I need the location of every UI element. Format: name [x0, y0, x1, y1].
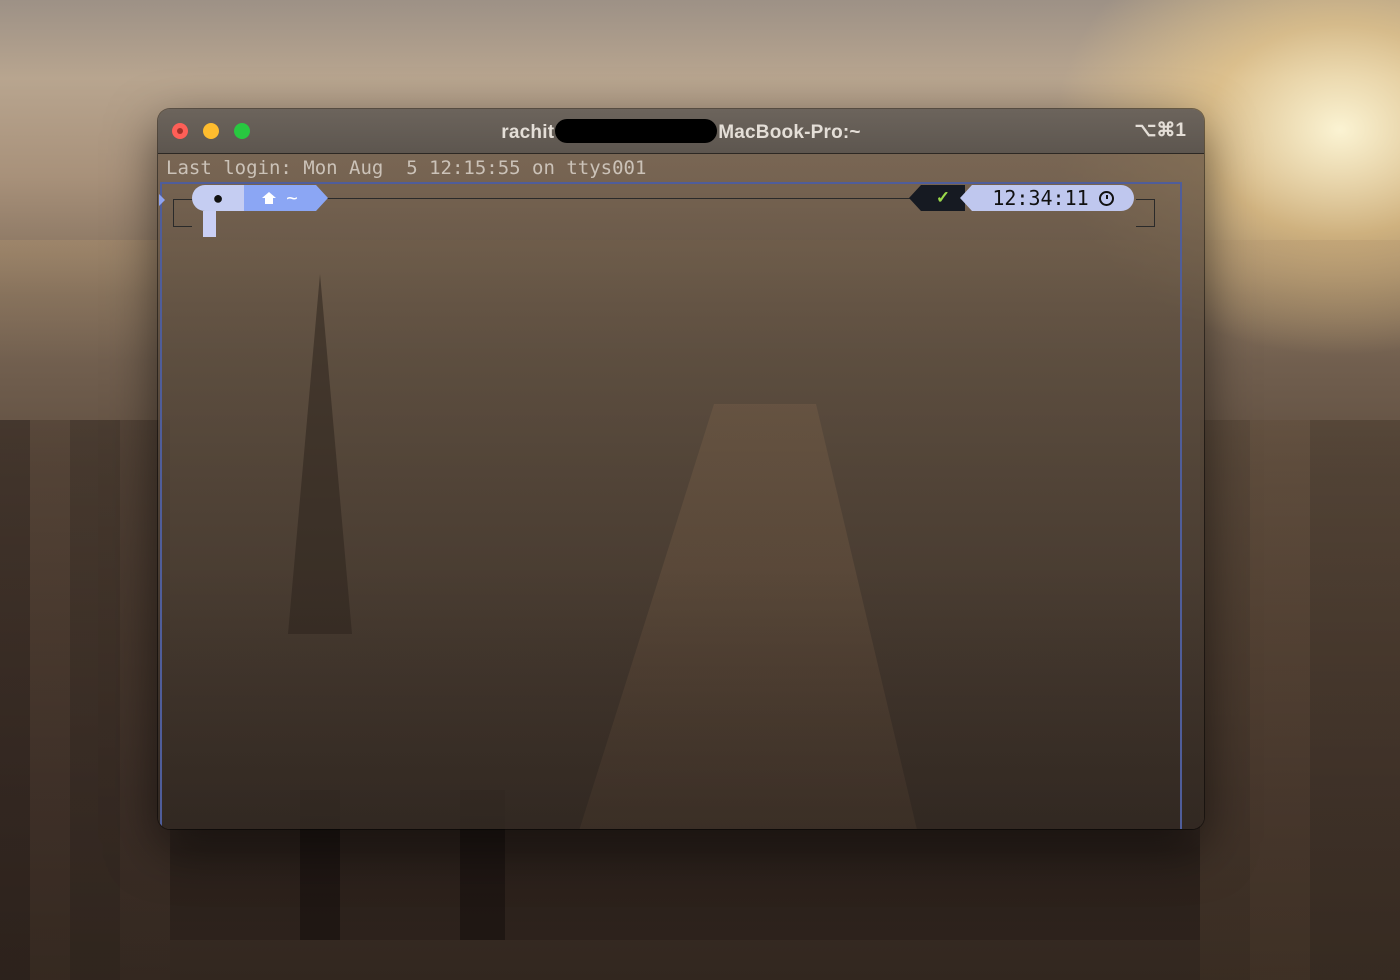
prompt-frame-right: [1136, 199, 1155, 227]
window-title-prefix: rachit: [501, 122, 555, 143]
prompt-time-segment: 12:34:11: [972, 185, 1134, 211]
window-shortcut: ⌥⌘1: [1134, 120, 1186, 141]
window-title: rachit MacBook-Pro:~: [158, 119, 1204, 144]
prompt-os-segment: ●: [192, 185, 244, 211]
wallpaper-buildings-right: [1200, 420, 1400, 980]
title-bar[interactable]: rachit MacBook-Pro:~ ⌥⌘1: [158, 109, 1204, 154]
terminal-content[interactable]: Last login: Mon Aug 5 12:15:55 on ttys00…: [158, 154, 1204, 829]
redaction-bar: [555, 119, 718, 143]
prompt-dir-segment: ~: [244, 185, 316, 211]
window-title-suffix: MacBook-Pro:~: [718, 122, 861, 143]
prompt-directory: ~: [286, 187, 298, 209]
prompt-time: 12:34:11: [992, 186, 1089, 210]
text-cursor[interactable]: [203, 211, 216, 237]
active-pane-border: [160, 182, 1182, 829]
prompt-frame-line: [326, 198, 911, 199]
wallpaper-buildings-left: [0, 420, 170, 980]
terminal-window[interactable]: rachit MacBook-Pro:~ ⌥⌘1 Last login: Mon …: [158, 109, 1204, 829]
last-login-line: Last login: Mon Aug 5 12:15:55 on ttys00…: [166, 157, 647, 179]
prompt-status-segment: ✓: [921, 185, 965, 211]
check-icon: ✓: [935, 188, 951, 207]
prompt-separator: [960, 185, 972, 211]
prompt-separator: [316, 185, 328, 211]
pane-marker: [159, 194, 165, 206]
prompt-separator: [909, 185, 921, 211]
apple-icon: ●: [212, 188, 224, 208]
clock-icon: [1098, 190, 1114, 206]
home-icon: [262, 192, 277, 204]
prompt-frame-left: [173, 199, 192, 227]
